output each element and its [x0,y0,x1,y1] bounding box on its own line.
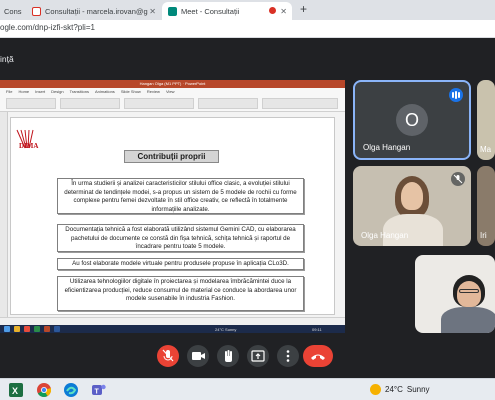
ribbon-group [60,98,120,109]
present-screen-icon [251,350,265,362]
recording-dot-icon [269,7,276,14]
sun-icon [370,384,381,395]
explorer-icon [14,326,20,332]
participant-name: Olga Hangan [363,143,411,152]
participant-tile-ma[interactable]: Ma [477,80,495,160]
edge-icon[interactable] [64,383,78,397]
app-icon [24,326,30,332]
windows-taskbar: X T 24°C Sunny [0,378,495,400]
address-bar[interactable]: ogle.com/dnp-izfi-skt?pli=1 [0,20,495,38]
glasses-icon [459,289,479,293]
ribbon-tab: File [6,89,13,94]
more-vertical-icon [286,350,290,362]
leave-call-button[interactable] [303,345,333,367]
avatar: O [396,104,428,136]
tab-label: Meet - Consultații [181,6,240,16]
ribbon-tab: Design [51,89,64,94]
raise-hand-button[interactable] [217,345,239,367]
participant-tile-iri[interactable]: Iri [477,166,495,246]
url-text[interactable]: ogle.com/dnp-izfi-skt?pli=1 [0,23,95,32]
tab-label: Consultații [4,6,22,16]
tab-consultatii-1[interactable]: Consultații [0,2,22,20]
raise-hand-icon [225,350,232,362]
close-tab-icon[interactable]: ✕ [149,7,156,16]
ribbon-group [124,98,194,109]
meet-top-bar: ință [0,38,495,76]
slide: DIMA Contribuții proprii În urma studier… [10,117,335,315]
ribbon-tab: View [165,89,175,94]
powerpoint-icon [44,326,50,332]
inner-weather: 24°C Sunny [215,327,237,332]
meet-icon [168,6,177,16]
participant-name: Iri [480,231,487,240]
camera-icon [192,352,205,360]
teams-icon[interactable]: T [92,383,106,397]
slide-paragraph: În urma studierii și analizei caracteris… [57,178,304,214]
start-icon [4,326,10,332]
participant-name: Ma [480,145,492,154]
weather-text: Sunny [406,385,430,394]
svg-text:X: X [12,386,18,396]
slide-paragraph: Au fost elaborate modele virtuale pentru… [57,258,304,270]
participant-tile-olga-avatar[interactable]: O Olga Hangan [353,80,471,160]
inner-clock: 09:11 [312,327,322,332]
svg-text:T: T [95,389,100,396]
tab-consultatii-mail[interactable]: Consultații - marcela.irovan@g ✕ [26,2,161,20]
slide-thumbnail-pane [0,112,8,317]
participant-face [457,281,481,307]
gmail-icon [32,6,41,16]
ribbon-group [262,98,338,109]
weather-widget[interactable]: 24°C Sunny [370,384,430,395]
participant-body [383,214,443,246]
slide-title: Contribuții proprii [124,150,219,163]
powerpoint-title-bar: Hangan Olga (M1 PPT) · PowerPoint [0,80,345,88]
present-screen-button[interactable] [247,345,269,367]
participant-tile-olga-video[interactable]: Olga Hangan [353,166,471,246]
camera-button[interactable] [187,345,209,367]
weather-temp: 24°C [385,385,403,394]
slide-paragraph: Utilizarea tehnologiilor digitale în pro… [57,276,304,311]
logo-text: DIMA [19,142,39,150]
close-tab-icon[interactable]: ✕ [280,7,287,16]
ribbon-group [198,98,258,109]
new-tab-button[interactable]: + [300,2,307,16]
tab-label: Consultații - marcela.irovan@g [45,6,148,16]
microphone-off-button[interactable] [157,345,179,367]
ribbon-tab: Insert [35,89,46,94]
chrome-icon[interactable] [37,383,51,397]
hang-up-icon [311,354,325,360]
ribbon-tab: Review [146,89,160,94]
shared-screen: Hangan Olga (M1 PPT) · PowerPoint File H… [0,80,345,333]
ribbon-group [6,98,56,109]
ribbon-tab: Slide Show [120,89,141,94]
meeting-title: ință [0,54,14,64]
mic-off-icon [162,349,174,362]
more-options-button[interactable] [277,345,299,367]
participant-body [441,307,495,333]
word-icon [54,326,60,332]
participant-name: Olga Hangan [361,231,409,240]
speaking-indicator-icon [449,88,463,102]
powerpoint-ribbon: File Home Insert Design Transitions Anim… [0,88,345,112]
shared-windows-taskbar: 24°C Sunny 09:11 [0,325,345,333]
excel-icon[interactable]: X [9,383,23,397]
slide-paragraph: Documentația tehnică a fost elaborată ut… [57,224,304,252]
ribbon-tab: Home [18,89,30,94]
participant-face [401,182,423,210]
tab-meet[interactable]: Meet - Consultații ✕ [162,2,292,20]
powerpoint-status-bar [0,317,345,325]
ribbon-tab: Transitions [69,89,90,94]
app-icon [34,326,40,332]
participant-tile-video-3[interactable] [415,255,495,333]
browser-tab-strip: Consultații Consultații - marcela.irovan… [0,0,495,20]
mic-muted-icon [451,172,465,186]
ribbon-tab: Animations [95,89,115,94]
